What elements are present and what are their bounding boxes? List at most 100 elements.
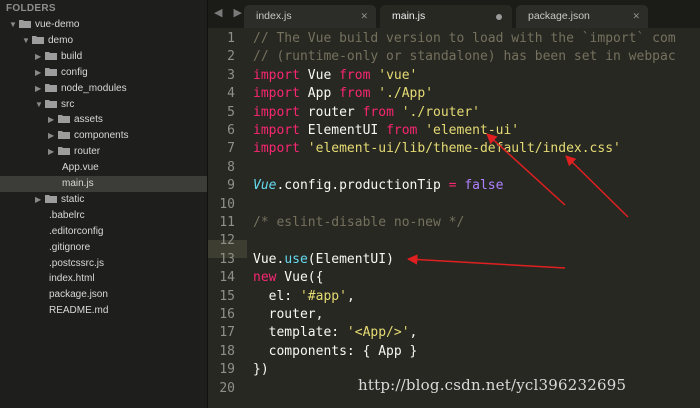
tree-item-label: main.js [62,178,94,189]
tab-index-js[interactable]: index.js ✕ [244,5,376,28]
expanded-arrow-icon[interactable]: ▼ [22,33,32,49]
code-token: import [253,141,300,157]
collapsed-arrow-icon[interactable]: ▶ [35,65,45,81]
code-line[interactable]: 10 [208,196,700,214]
code-line[interactable]: 17 template: '<App/>', [208,324,700,342]
tree-item-label: vue-demo [35,19,80,30]
line-number: 7 [227,141,235,157]
code-line[interactable]: 8 [208,159,700,177]
expanded-arrow-icon[interactable]: ▼ [9,17,19,33]
line-number: 19 [219,362,235,378]
code-line[interactable]: 15 el: '#app', [208,288,700,306]
tree-folder[interactable]: ▼ vue-demo [0,17,79,33]
code-line[interactable]: 12 [208,232,700,250]
code-line[interactable]: 3 import Vue from 'vue' [208,67,700,85]
collapsed-arrow-icon[interactable]: ▶ [35,81,45,97]
tree-file[interactable]: .editorconfig [0,224,103,240]
tree-file[interactable]: .postcssrc.js [0,256,104,272]
close-icon[interactable]: ✕ [360,5,368,28]
nav-arrows[interactable]: ◀ ▶ [214,6,246,19]
tree-item-label: App.vue [62,162,99,174]
tab-label: main.js [392,10,426,22]
code-token: , [409,325,418,341]
collapsed-arrow-icon[interactable]: ▶ [35,192,45,208]
code-token: use [284,251,308,267]
tree-file[interactable]: main.js [0,176,207,192]
code-token: './router' [401,104,481,120]
code-line[interactable]: 4 import App from './App' [208,85,700,103]
tree-item-label: components [74,130,129,142]
folders-title: FOLDERS [6,3,56,14]
folder-open-icon [45,99,57,108]
tree-folder[interactable]: ▶ assets [0,112,103,128]
unsaved-dot-icon[interactable] [496,14,502,20]
tree-item-label: build [61,50,83,62]
tree-file[interactable]: package.json [0,287,108,303]
tree-item-label: package.json [49,289,108,301]
tree-item-label: .babelrc [49,209,85,221]
code-token: 'element-ui/lib/theme-default/index.css' [307,141,621,157]
tree-file[interactable]: App.vue [0,160,99,176]
tab-package-json[interactable]: package.json ✕ [516,5,648,28]
sidebar: FOLDERS ▼ vue-demo ▼ demo ▶ build ▶ config ▶ node… [0,0,208,408]
code-line[interactable]: 6 import ElementUI from 'element-ui' [208,122,700,140]
tree-item-label: assets [74,114,103,126]
code-token: import [253,104,300,120]
tree-folder[interactable]: ▶ static [0,192,84,208]
code-token: router [299,104,363,120]
folder-icon [58,130,70,140]
code-token: 'element-ui' [425,123,520,138]
tree-item-label: demo [48,34,74,46]
tree-file[interactable]: index.html [0,271,95,287]
code-token: Vue({ [276,270,324,286]
code-line[interactable]: 2 // (runtime-only or standalone) has bee… [208,48,700,66]
code-editor[interactable]: 1 // The Vue build version to load with t… [208,28,700,408]
line-number: 14 [219,270,235,286]
tree-folder[interactable]: ▶ components [0,128,128,144]
tree-folder[interactable]: ▼ src [0,97,74,113]
code-line[interactable]: 13 Vue.use(ElementUI) [208,251,700,269]
collapsed-arrow-icon[interactable]: ▶ [48,144,58,160]
line-number: 2 [227,49,235,65]
code-line[interactable]: 7 import 'element-ui/lib/theme-default/in… [208,140,700,158]
tree-folder[interactable]: ▶ node_modules [0,81,127,97]
tree-item-label: router [74,146,101,158]
tree-folder[interactable]: ▶ build [0,49,82,65]
code-token: }) [253,362,269,378]
code-line[interactable]: 11 /* eslint-disable no-new */ [208,214,700,232]
collapsed-arrow-icon[interactable]: ▶ [48,128,58,144]
code-line[interactable]: 18 components: { App } [208,343,700,361]
code-line[interactable]: 16 router, [208,306,700,324]
tree-item-label: config [61,66,88,78]
collapsed-arrow-icon[interactable]: ▶ [48,112,58,128]
code-line[interactable]: 1 // The Vue build version to load with t… [208,30,700,48]
code-line[interactable]: 14 new Vue({ [208,269,700,287]
code-token: '#app' [299,288,347,304]
code-token: false [464,178,504,194]
folder-open-icon [32,35,44,44]
tree-file[interactable]: .gitignore [0,240,90,256]
code-token: from [386,123,418,138]
expanded-arrow-icon[interactable]: ▼ [35,97,45,113]
tab-label: package.json [528,10,590,22]
line-number: 11 [219,215,235,230]
tree-folder[interactable]: ▶ router [0,144,100,160]
line-number: 3 [227,67,235,83]
tree-folder[interactable]: ▼ demo [0,33,73,49]
code-line[interactable]: 5 import router from './router' [208,104,700,122]
tree-file[interactable]: .babelrc [0,208,85,224]
line-number: 17 [219,325,235,341]
watermark: http://blog.csdn.net/ycl396232695 [358,376,627,394]
code-token: new [253,270,277,286]
tree-file[interactable]: README.md [0,303,108,319]
tree-folder[interactable]: ▶ config [0,65,88,81]
line-number: 4 [227,86,235,102]
code-line[interactable]: 9 Vue.config.productionTip = false [208,177,700,195]
close-icon[interactable]: ✕ [632,5,640,28]
tree-item-label: src [61,98,75,110]
code-token: // (runtime-only or standalone) has been… [253,49,676,65]
tab-main-js[interactable]: main.js [380,5,512,28]
collapsed-arrow-icon[interactable]: ▶ [35,49,45,65]
